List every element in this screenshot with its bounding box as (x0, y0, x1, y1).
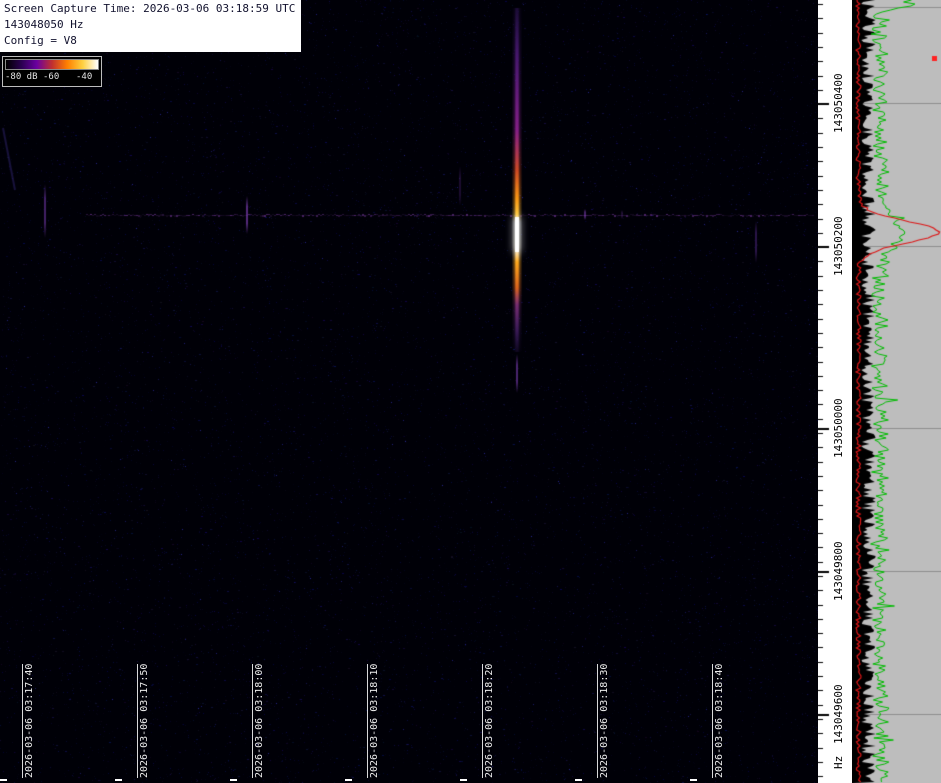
color-gradient-bar (5, 59, 99, 70)
legend-max-db-label: -40 (76, 72, 93, 82)
freq-axis-label: 143050000 (832, 398, 845, 458)
spectrogram-screen: 2026-03-06 03:17:40 2026-03-06 03:17:50 20… (0, 0, 941, 783)
capture-config-text: Config = V8 (4, 34, 77, 47)
legend-labels: -80 dB -60 -40 (3, 71, 101, 83)
legend-min-db-label: -80 dB (5, 72, 38, 82)
freq-axis-label: 143050200 (832, 216, 845, 276)
live-spectrum-panel (852, 0, 941, 783)
color-scale-legend: -80 dB -60 -40 (2, 56, 102, 87)
capture-time-text: Screen Capture Time: 2026-03-06 03:18:59… (4, 2, 296, 15)
capture-info-overlay: Screen Capture Time: 2026-03-06 03:18:59… (0, 0, 302, 52)
frequency-axis: 143050400 143050200 143050000 143049800 1430… (818, 0, 852, 783)
freq-axis-label: 143049800 (832, 541, 845, 601)
freq-unit-label: Hz (832, 755, 845, 769)
freq-axis-label: 143050400 (832, 73, 845, 133)
freq-axis-label: 143049600 (832, 684, 845, 744)
waterfall-spectrogram (0, 0, 818, 783)
capture-frequency-text: 143048050 Hz (4, 18, 84, 31)
legend-mid-db-label: -60 (43, 72, 60, 82)
